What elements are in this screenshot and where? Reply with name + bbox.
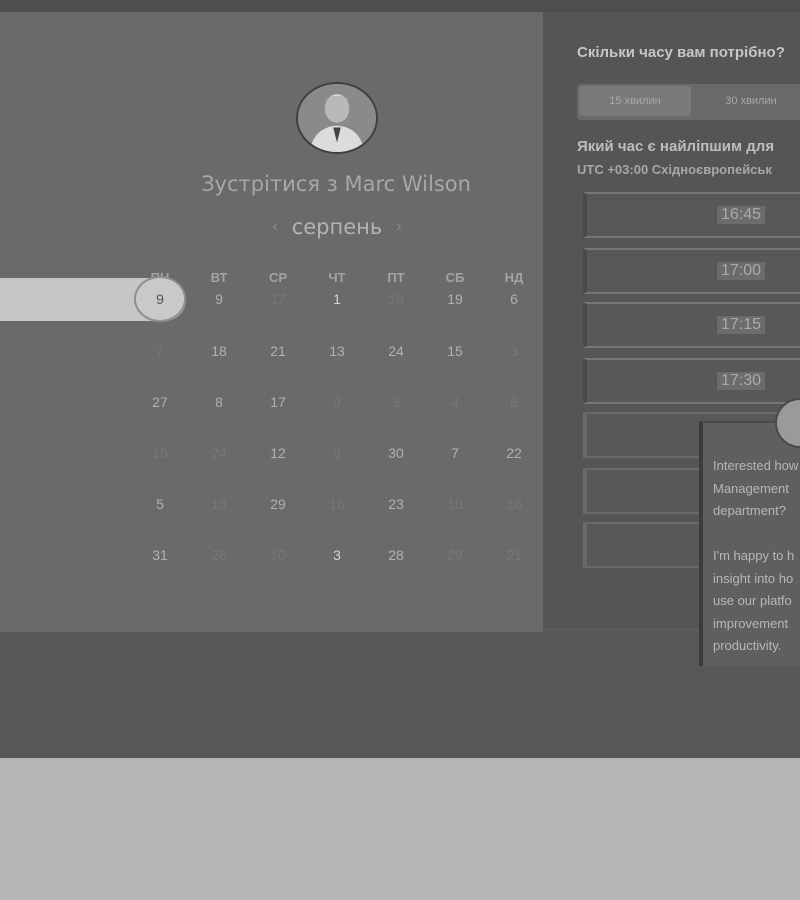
calendar-day[interactable]: 26 <box>199 547 239 563</box>
host-avatar <box>296 82 378 154</box>
calendar-day[interactable]: 9 <box>317 445 357 461</box>
calendar-day[interactable]: 29 <box>435 547 475 563</box>
chat-message: Interested how Management department? I'… <box>713 458 799 653</box>
top-bar <box>0 0 800 12</box>
calendar-day[interactable]: 17 <box>258 291 298 307</box>
calendar-day[interactable]: 24 <box>376 343 416 359</box>
duration-option-30[interactable]: 30 хвилин <box>695 86 800 116</box>
calendar-day[interactable]: 18 <box>376 291 416 307</box>
calendar-day[interactable]: 29 <box>258 496 298 512</box>
calendar-day[interactable]: 13 <box>317 343 357 359</box>
calendar-day[interactable]: 24 <box>199 445 239 461</box>
calendar-panel <box>0 12 543 632</box>
calendar-day[interactable]: 5 <box>140 496 180 512</box>
calendar-day[interactable]: 16 <box>317 496 357 512</box>
calendar-day[interactable]: 1 <box>317 291 357 307</box>
duration-option-15[interactable]: 15 хвилин <box>579 86 691 116</box>
weekday-label: ЧТ <box>328 270 346 285</box>
person-photo-icon <box>298 84 376 152</box>
calendar-day[interactable]: 8 <box>199 394 239 410</box>
calendar-day[interactable]: 22 <box>494 445 534 461</box>
time-slot-label: 17:30 <box>717 372 766 390</box>
chevron-left-icon[interactable]: ‹ <box>272 218 277 236</box>
calendar-day[interactable]: 21 <box>494 547 534 563</box>
calendar-day[interactable]: 3 <box>494 343 534 359</box>
calendar-day[interactable]: 16 <box>494 496 534 512</box>
timezone-label[interactable]: UTC +03:00 Східноєвропейськ <box>577 162 772 177</box>
selected-day[interactable]: 9 <box>140 291 180 307</box>
calendar-day[interactable]: 31 <box>140 547 180 563</box>
calendar-day[interactable]: 9 <box>317 394 357 410</box>
calendar-day[interactable]: 3 <box>317 547 357 563</box>
duration-selector: 15 хвилин 30 хвилин <box>577 84 800 120</box>
calendar-day[interactable]: 17 <box>258 394 298 410</box>
calendar-day[interactable]: 15 <box>140 445 180 461</box>
time-slot[interactable]: 17:00 <box>583 248 800 294</box>
calendar-day[interactable]: 6 <box>494 291 534 307</box>
calendar-day[interactable]: 10 <box>258 547 298 563</box>
weekday-label: НД <box>504 270 524 285</box>
time-question: Який час є найліпшим для <box>577 138 775 155</box>
calendar-day[interactable]: 6 <box>494 394 534 410</box>
weekday-label: ПТ <box>387 270 405 285</box>
month-navigation: ‹ серпень › <box>262 212 412 242</box>
weekday-label: СБ <box>445 270 465 285</box>
calendar-day[interactable]: 9 <box>199 291 239 307</box>
time-slot-label: 17:15 <box>717 316 766 334</box>
month-label: серпень <box>291 215 383 239</box>
calendar-day[interactable]: 4 <box>435 394 475 410</box>
calendar-day[interactable]: 28 <box>376 547 416 563</box>
weekday-label: ВТ <box>210 270 228 285</box>
calendar-day[interactable]: 7 <box>140 343 180 359</box>
time-slot-label: 17:00 <box>717 262 766 280</box>
calendar-day[interactable]: 18 <box>199 496 239 512</box>
chevron-right-icon[interactable]: › <box>396 218 401 236</box>
calendar-day[interactable]: 23 <box>376 496 416 512</box>
duration-question: Скільки часу вам потрібно? <box>577 44 785 61</box>
time-slot[interactable]: 17:30 <box>583 358 800 404</box>
time-slot[interactable]: 16:45 <box>583 192 800 238</box>
weekday-label: СР <box>268 270 288 285</box>
time-slot[interactable]: 17:15 <box>583 302 800 348</box>
time-slot-label: 16:45 <box>717 206 766 224</box>
calendar-day[interactable]: 30 <box>376 445 416 461</box>
calendar-day[interactable]: 12 <box>258 445 298 461</box>
calendar-day[interactable]: 19 <box>435 291 475 307</box>
footer-area <box>0 632 800 758</box>
calendar-day[interactable]: 18 <box>199 343 239 359</box>
calendar-day[interactable]: 21 <box>258 343 298 359</box>
calendar-day[interactable]: 10 <box>435 496 475 512</box>
calendar-day[interactable]: 27 <box>140 394 180 410</box>
calendar-day[interactable]: 3 <box>376 394 416 410</box>
calendar-day[interactable]: 15 <box>435 343 475 359</box>
chat-popup[interactable]: Interested how Management department? I'… <box>699 421 800 666</box>
calendar-day[interactable]: 7 <box>435 445 475 461</box>
